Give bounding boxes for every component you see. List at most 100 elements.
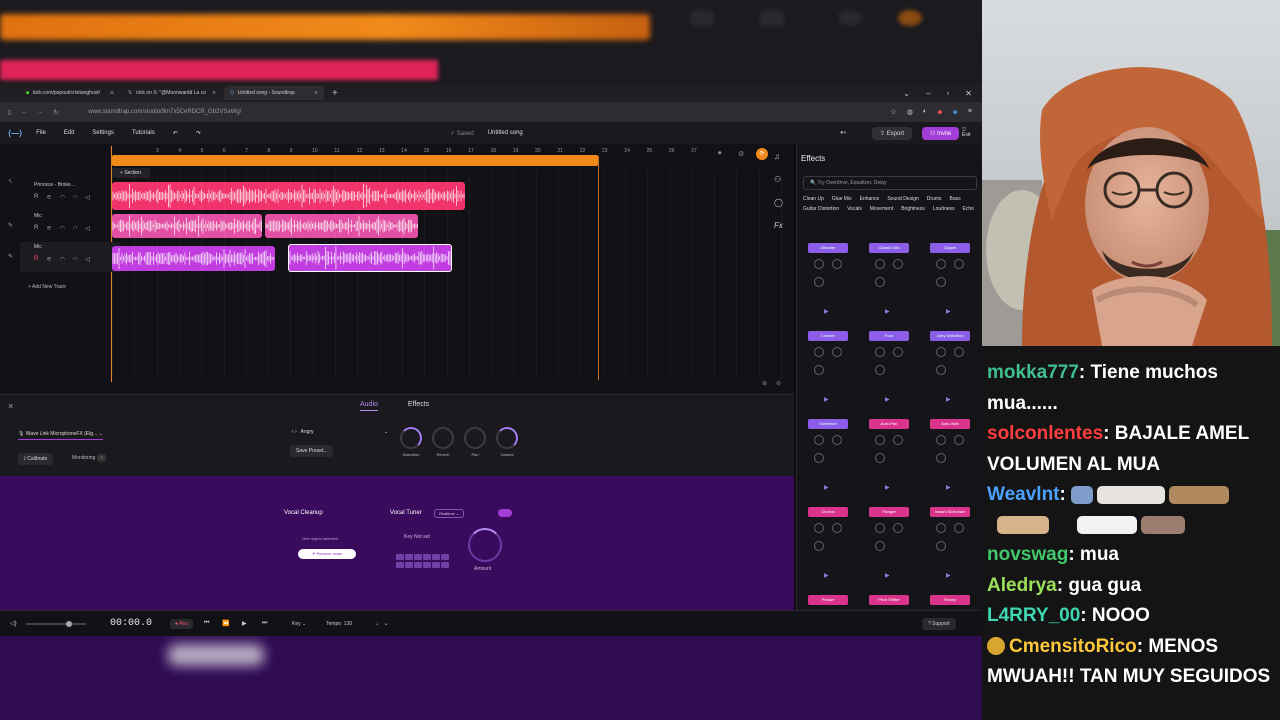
knob-pan[interactable]: Pan (464, 427, 486, 457)
effect-category-chip[interactable]: Guitar Distortion (803, 206, 839, 212)
fx-icon[interactable]: ⚟ (46, 194, 51, 201)
effect-card[interactable]: Instant Sidechain ▶ (930, 507, 970, 579)
chat-username[interactable]: Aledrya (987, 575, 1057, 596)
effect-category-chip[interactable]: Echo (963, 206, 974, 212)
key-cell[interactable] (432, 554, 440, 560)
menu-settings[interactable]: Settings (92, 130, 114, 136)
settings-icon[interactable]: ⚙ (738, 150, 744, 158)
close-icon[interactable]: × (212, 90, 216, 97)
effect-card[interactable]: Fuzz ▶ (869, 331, 909, 403)
headphones-icon[interactable]: ∩ (73, 194, 77, 201)
play-preview-icon[interactable]: ▶ (885, 308, 890, 315)
key-cell[interactable] (423, 554, 431, 560)
redo-icon[interactable]: ↷ (196, 130, 201, 137)
effect-card[interactable]: Auto-Wah ▶ (930, 419, 970, 491)
effect-card[interactable]: Overdrive ▶ (808, 419, 848, 491)
minimize-icon[interactable]: – (926, 89, 930, 98)
headphones-icon[interactable]: ∩ (73, 256, 77, 263)
key-cell[interactable] (396, 554, 404, 560)
effect-card[interactable]: Auto-Pan ▶ (869, 419, 909, 491)
audio-clip[interactable] (112, 182, 465, 210)
play-preview-icon[interactable]: ▶ (946, 484, 951, 491)
play-preview-icon[interactable]: ▶ (885, 396, 890, 403)
forward-icon[interactable]: → (37, 109, 43, 115)
song-title[interactable]: Untitled song (488, 130, 523, 136)
effect-category-chip[interactable]: Movement (870, 206, 893, 212)
zoom-in-icon[interactable]: ⊕ (762, 380, 767, 387)
monitoring-toggle[interactable]: Monitoring ∩ (72, 454, 107, 462)
chat-username[interactable]: L4RRY_00 (987, 605, 1080, 626)
key-cell[interactable] (441, 561, 449, 568)
knob-volume[interactable]: Volume (496, 427, 518, 457)
chat-username[interactable]: Weavlnt (987, 484, 1060, 505)
menu-edit[interactable]: Edit (64, 130, 74, 136)
play-preview-icon[interactable]: ▶ (946, 572, 951, 579)
vocal-tuner-toggle[interactable] (498, 509, 512, 517)
effect-category-chip[interactable]: Drums (927, 196, 942, 202)
effect-category-chip[interactable]: Sound Design (887, 196, 918, 202)
tempo-field[interactable]: Tempo 130 (326, 621, 352, 627)
soundtrap-logo-icon[interactable]: ⟨—⟩ (8, 129, 22, 138)
volume-knob-icon[interactable]: ◠ (60, 256, 65, 263)
rewind-icon[interactable]: ⏮ (204, 620, 209, 627)
invite-button[interactable]: ⚇ Invite (922, 126, 960, 140)
master-volume-slider[interactable] (26, 621, 86, 627)
back-icon[interactable]: ← (21, 109, 27, 115)
key-cell[interactable] (396, 561, 404, 568)
rec-arm-icon[interactable]: R (34, 194, 38, 201)
menu-tutorials[interactable]: Tutorials (132, 130, 155, 136)
speaker-icon[interactable]: ◁ (85, 225, 90, 232)
calibrate-button[interactable]: ⟟ Calibrate (18, 453, 54, 465)
chevron-down-icon[interactable]: ⌄ (903, 89, 910, 98)
new-tab-icon[interactable]: + (326, 88, 344, 99)
sidebar-icon[interactable]: ▯ (8, 109, 11, 116)
knob-reverb[interactable]: Reverb (432, 427, 454, 457)
extension-icon[interactable]: ◐ (923, 108, 927, 116)
effect-card[interactable]: Juicy Distortion ▶ (930, 331, 970, 403)
extension-icon[interactable]: ◈ (953, 108, 958, 116)
key-cell[interactable] (441, 554, 449, 560)
effect-category-chip[interactable]: Vocals (847, 206, 862, 212)
effect-card[interactable]: Crusher ▶ (808, 331, 848, 403)
speaker-icon[interactable]: ◁ (85, 194, 90, 201)
play-preview-icon[interactable]: ▶ (946, 396, 951, 403)
undo-icon[interactable]: ↶ (173, 130, 178, 137)
effect-category-chip[interactable]: Loudness (933, 206, 955, 212)
effect-card[interactable]: Classic Dist ▶ (869, 243, 909, 315)
speaker-icon[interactable]: ◁ (85, 256, 90, 263)
speaker-icon[interactable]: ◁) (10, 620, 17, 627)
audio-clip[interactable] (112, 246, 275, 271)
play-preview-icon[interactable]: ▶ (824, 572, 829, 579)
volume-knob-icon[interactable]: ◠ (60, 225, 65, 232)
amount-knob[interactable] (468, 528, 502, 562)
url-input[interactable]: www.soundtrap.com/studio/9m7x5CeRDCR_Gb2… (88, 109, 241, 115)
effect-card[interactable]: Flanger ▶ (869, 507, 909, 579)
music-note-icon[interactable]: ♫ (774, 152, 783, 161)
loop-region[interactable] (112, 155, 598, 166)
effect-card[interactable]: Clipper ▶ (930, 243, 970, 315)
key-select[interactable]: Key ⌄ (292, 621, 306, 627)
effect-card[interactable]: Chorus ▶ (808, 507, 848, 579)
close-icon[interactable]: ✕ (965, 89, 972, 98)
fx-icon[interactable]: ⚟ (46, 256, 51, 263)
effect-category-chip[interactable]: Glue Mix (832, 196, 852, 202)
play-preview-icon[interactable]: ▶ (824, 308, 829, 315)
play-preview-icon[interactable]: ▶ (885, 572, 890, 579)
exit-button[interactable]: ⎋ Exit (962, 128, 970, 138)
close-icon[interactable]: × (314, 90, 318, 97)
metronome-icon[interactable]: ♩ ⌄ (376, 620, 389, 627)
reload-icon[interactable]: ↻ (53, 109, 58, 116)
browser-tab-soundtrap[interactable]: ⟨⟩ Untitled song - Soundtrap × (224, 86, 324, 100)
key-cell[interactable] (414, 554, 422, 560)
play-preview-icon[interactable]: ▶ (824, 484, 829, 491)
key-cell[interactable] (423, 561, 431, 568)
track-name[interactable]: Mic (34, 213, 42, 219)
menu-file[interactable]: File (36, 130, 46, 136)
browser-tab-kick[interactable]: ■ kick.com/popout/cristianghost/ × (20, 86, 120, 100)
skip-back-icon[interactable]: ⏪ (222, 620, 229, 627)
metronome-icon[interactable]: ⏺ (718, 150, 722, 158)
save-preset-button[interactable]: Save Preset... (290, 445, 334, 457)
key-grid[interactable] (396, 554, 450, 568)
play-preview-icon[interactable]: ▶ (946, 308, 951, 315)
pencil-icon[interactable]: ✎ (8, 253, 13, 260)
